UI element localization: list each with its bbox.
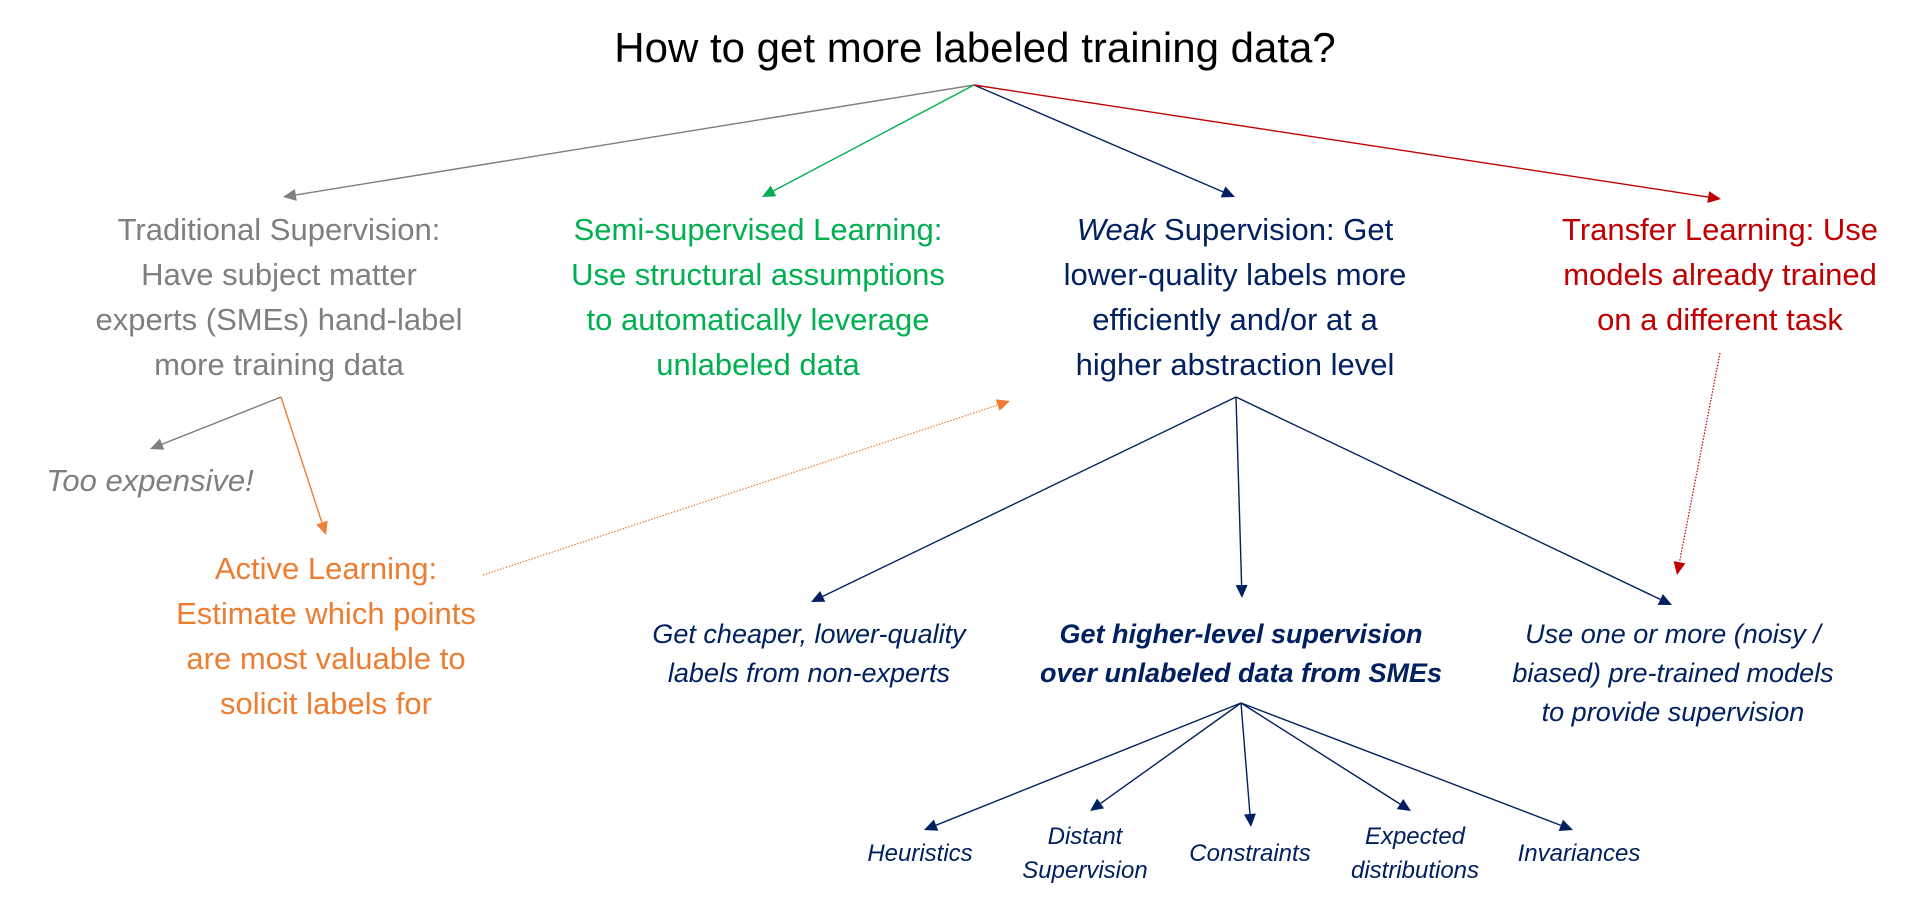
node-line: Use one or more (noisy / bbox=[1525, 619, 1821, 649]
leaf-invariances: Invariances bbox=[1518, 837, 1641, 871]
node-line: on a different task bbox=[1597, 302, 1843, 337]
arrowhead-icon bbox=[1396, 798, 1411, 811]
edge-weak_child_1-to-sme_child_0 bbox=[935, 702, 1242, 826]
leaf-line: Expected bbox=[1364, 823, 1466, 850]
leaf-heuristics: Heuristics bbox=[867, 837, 972, 871]
node-line: to provide supervision bbox=[1541, 697, 1805, 727]
edge-weak-to-weak_child_2 bbox=[1235, 396, 1661, 601]
node-line: models already trained bbox=[1563, 257, 1877, 292]
edge-traditional-to-active bbox=[280, 396, 323, 523]
leaf-constraints: Constraints bbox=[1189, 837, 1310, 871]
node-line: Use structural assumptions bbox=[571, 257, 945, 292]
arrowhead-icon bbox=[283, 188, 297, 201]
node-heading-row: Transfer Learning: Use bbox=[1562, 207, 1878, 252]
edge-weak_child_1-to-sme_child_1 bbox=[1100, 702, 1242, 805]
edge-title-to-traditional bbox=[295, 84, 975, 196]
node-higher-level-supervision: Get higher-level supervision over unlabe… bbox=[1040, 615, 1442, 693]
arrowhead-icon bbox=[1243, 813, 1256, 827]
node-active-learning: Active Learning: Estimate which points a… bbox=[176, 546, 476, 726]
node-line: lower-quality labels more bbox=[1063, 257, 1407, 292]
leaf-line: Heuristics bbox=[867, 840, 973, 867]
node-heading: Semi-supervised Learning: bbox=[573, 212, 943, 247]
node-heading-tail: Use bbox=[1814, 212, 1878, 247]
leaf-line: Invariances bbox=[1517, 840, 1641, 867]
leaf-expected-distributions: Expected distributions bbox=[1351, 820, 1479, 888]
node-line: are most valuable to bbox=[186, 641, 466, 676]
node-heading: Transfer Learning: bbox=[1562, 212, 1815, 247]
node-weak-supervision: Weak Supervision: Get lower-quality labe… bbox=[1064, 207, 1407, 387]
arrowhead-icon bbox=[995, 399, 1010, 411]
edges-layer bbox=[150, 84, 1721, 831]
edge-weak_child_1-to-sme_child_3 bbox=[1240, 702, 1401, 805]
edge-weak-to-weak_child_1 bbox=[1235, 396, 1243, 586]
node-line: Get cheaper, lower-quality bbox=[652, 619, 966, 649]
node-line: labels from non-experts bbox=[667, 658, 951, 688]
arrowhead-icon bbox=[1235, 584, 1248, 598]
edge-weak-to-weak_child_0 bbox=[822, 396, 1237, 597]
diagram-title: How to get more labeled training data? bbox=[614, 24, 1336, 71]
node-line: efficiently and/or at a bbox=[1092, 302, 1378, 337]
node-line: more training data bbox=[154, 347, 404, 382]
edge-weak_child_1-to-sme_child_2 bbox=[1240, 702, 1251, 815]
edge-transfer-to-weak_child_2 bbox=[1678, 352, 1721, 563]
node-heading-tail: Get bbox=[1334, 212, 1394, 247]
arrowhead-icon bbox=[1673, 561, 1686, 575]
node-line: unlabeled data bbox=[656, 347, 860, 382]
node-heading: Traditional Supervision: bbox=[117, 212, 441, 247]
edge-title-to-weak bbox=[973, 84, 1224, 193]
leaf-line: Constraints bbox=[1189, 840, 1311, 867]
node-cheaper-labels: Get cheaper, lower-quality labels from n… bbox=[652, 615, 965, 693]
edge-traditional-to-too_expensive bbox=[161, 396, 282, 445]
node-pretrained-models: Use one or more (noisy / biased) pre-tra… bbox=[1512, 615, 1833, 732]
node-line: Get higher-level supervision bbox=[1059, 619, 1423, 649]
node-transfer-learning: Transfer Learning: Use models already tr… bbox=[1562, 207, 1878, 342]
arrowhead-icon bbox=[1707, 191, 1721, 203]
leaf-line: Supervision bbox=[1022, 857, 1148, 884]
node-traditional-supervision: Traditional Supervision: Have subject ma… bbox=[96, 207, 463, 387]
arrowhead-icon bbox=[1090, 798, 1105, 811]
edge-title-to-transfer bbox=[973, 84, 1709, 198]
leaf-line: Distant bbox=[1047, 823, 1123, 850]
node-line: over unlabeled data from SMEs bbox=[1039, 658, 1443, 688]
node-line: solicit labels for bbox=[220, 686, 432, 721]
leaf-distant-supervision: Distant Supervision bbox=[1022, 820, 1147, 888]
node-line: biased) pre-trained models bbox=[1512, 658, 1834, 688]
node-heading: Supervision: bbox=[1155, 212, 1335, 247]
leaf-line: distributions bbox=[1350, 857, 1480, 884]
node-line: higher abstraction level bbox=[1075, 347, 1395, 382]
node-semi-supervised-learning: Semi-supervised Learning: Use structural… bbox=[571, 207, 945, 387]
node-line: experts (SMEs) hand-label bbox=[95, 302, 463, 337]
node-line: Have subject matter bbox=[141, 257, 417, 292]
node-heading-italic: Weak bbox=[1076, 212, 1156, 247]
node-too-expensive: Too expensive! bbox=[46, 463, 254, 498]
node-heading: Active Learning: bbox=[214, 551, 438, 586]
node-heading-row: Weak Supervision: Get bbox=[1064, 207, 1407, 252]
node-line: Estimate which points bbox=[176, 596, 476, 631]
node-line: to automatically leverage bbox=[586, 302, 930, 337]
arrowhead-icon bbox=[316, 520, 328, 535]
